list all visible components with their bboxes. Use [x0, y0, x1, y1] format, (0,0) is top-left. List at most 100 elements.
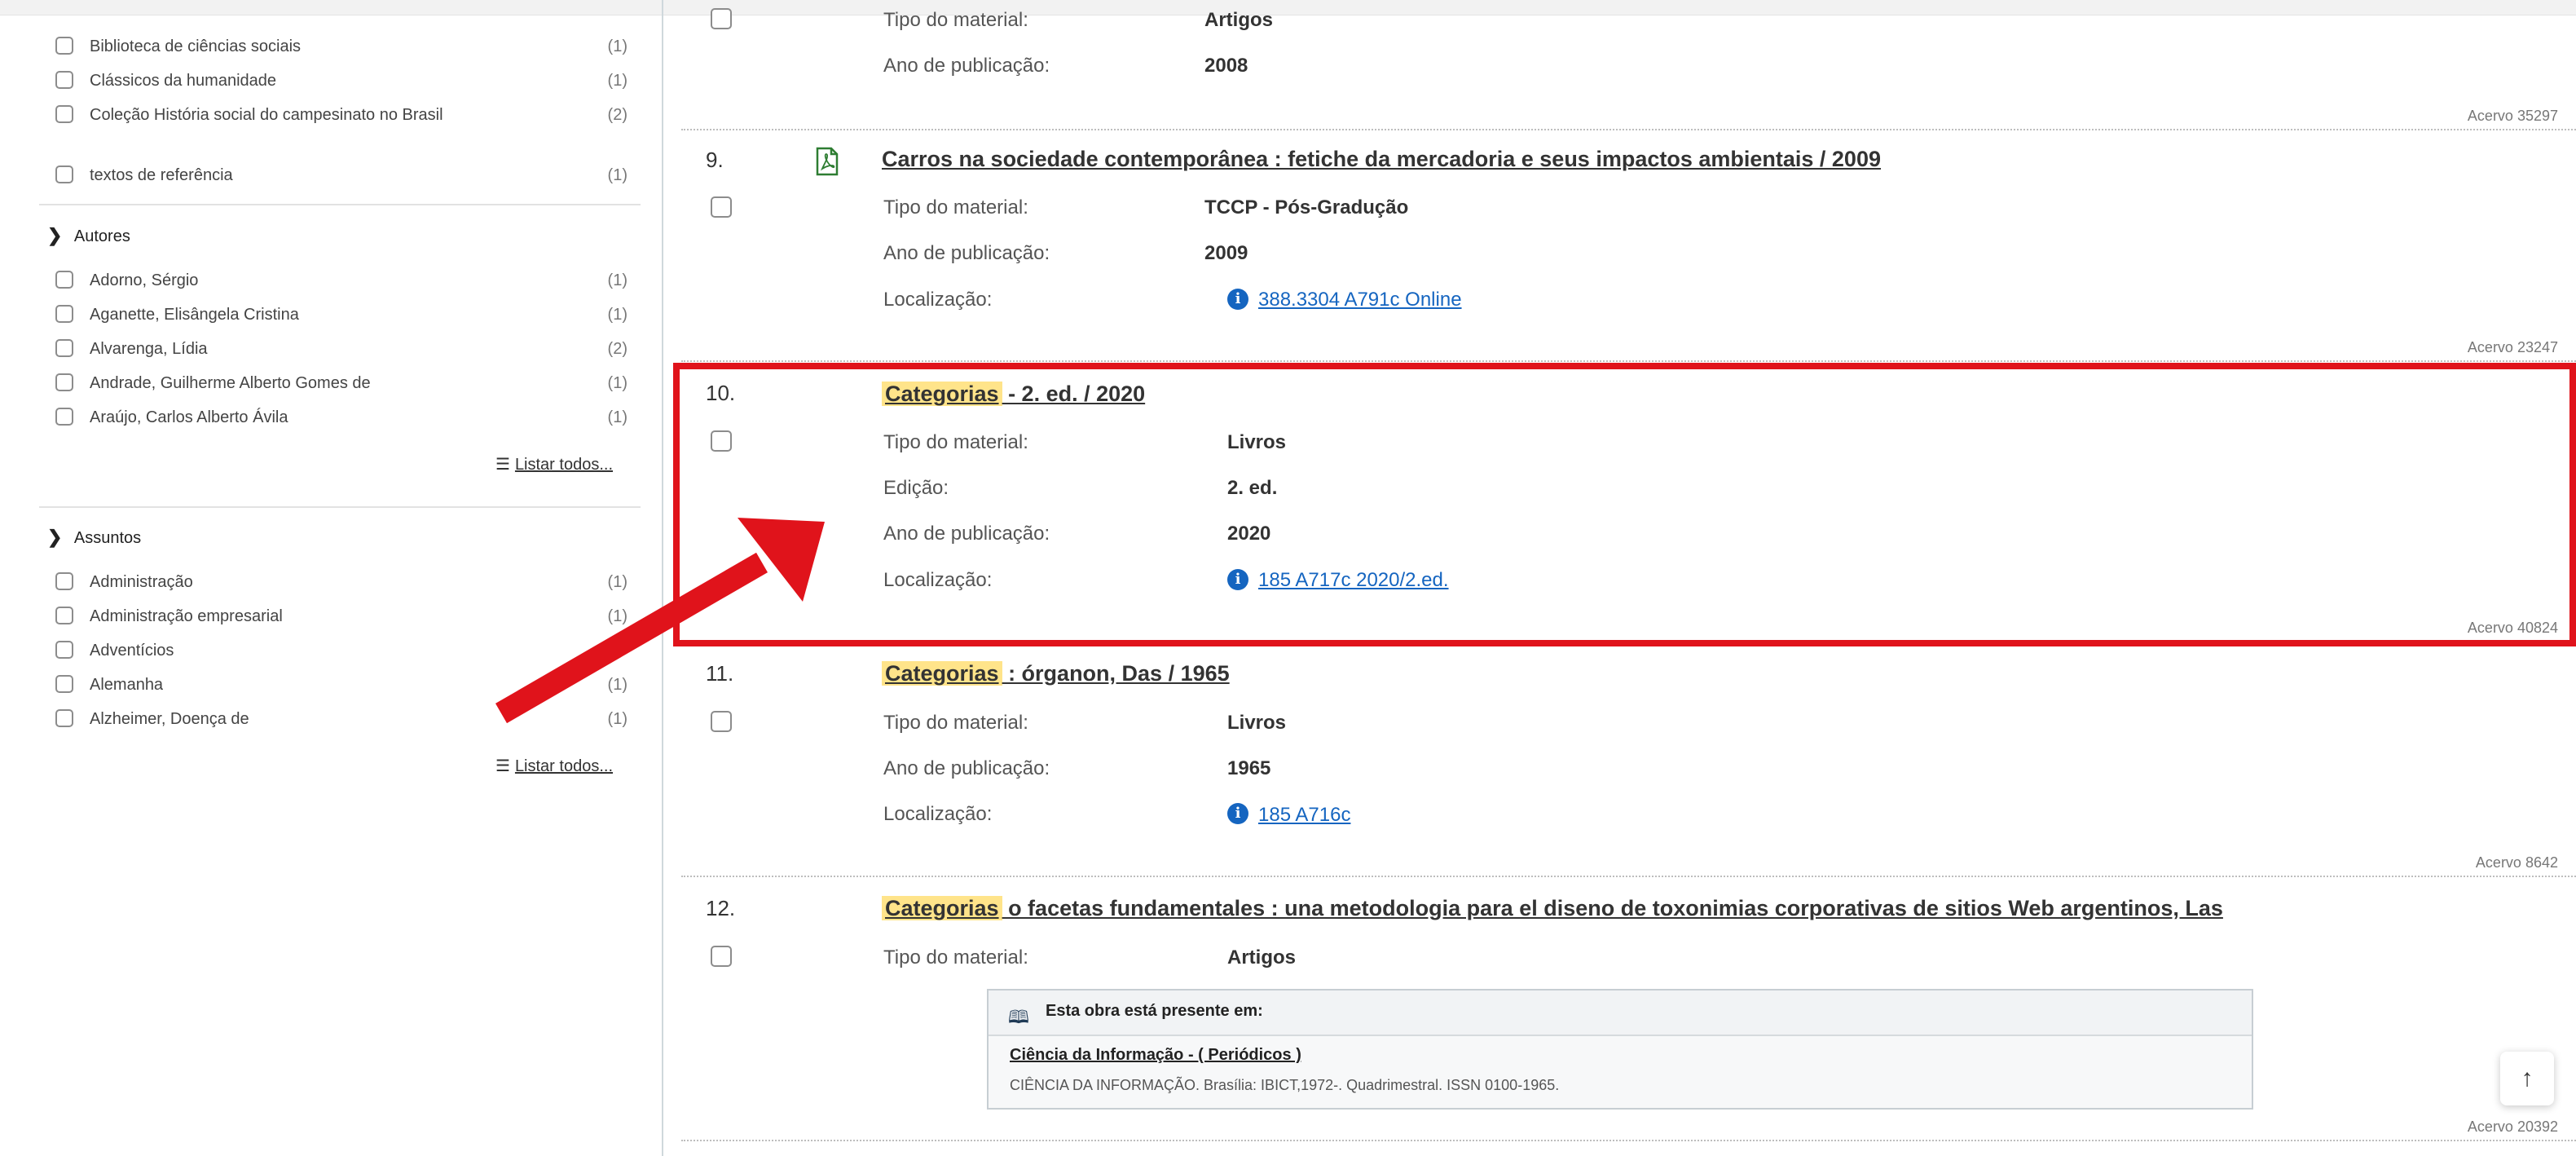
facet-checkbox[interactable] — [55, 709, 73, 727]
acervo-number: Acervo 23247 — [2467, 339, 2558, 355]
facet-checkbox[interactable] — [55, 373, 73, 391]
field-label: Ano de publicação: — [883, 55, 1050, 77]
periodical-link[interactable]: Ciência da Informação - ( Periódicos ) — [1010, 1046, 1301, 1065]
facet-count: (1) — [607, 607, 627, 625]
facet-label: Alvarenga, Lídia — [90, 340, 208, 358]
field-value: 2. ed. — [1227, 477, 1278, 499]
facet-label: Aganette, Elisângela Cristina — [90, 306, 299, 324]
acervo-number: Acervo 8642 — [2475, 854, 2558, 871]
facet-label: Alemanha — [90, 676, 164, 694]
facet-item-subject[interactable]: Alemanha (1) — [55, 672, 627, 704]
facet-count: (1) — [607, 374, 627, 392]
facet-checkbox[interactable] — [55, 339, 73, 357]
result-checkbox[interactable] — [711, 196, 732, 218]
location-link[interactable]: 185 A716c — [1258, 803, 1350, 827]
presence-panel: 🕮 Esta obra está presente em: Ciência da… — [987, 989, 2253, 1110]
facet-item-collection[interactable]: Biblioteca de ciências sociais (1) — [55, 33, 627, 66]
acervo-number: Acervo 40824 — [2467, 620, 2558, 636]
facet-section-subjects[interactable]: ❯ Assuntos — [47, 526, 141, 549]
facet-label: Coleção História social do campesinato n… — [90, 106, 443, 124]
acervo-number: Acervo 20392 — [2467, 1118, 2558, 1135]
facet-checkbox[interactable] — [55, 105, 73, 123]
result-title-link[interactable]: Carros na sociedade contemporânea : feti… — [882, 145, 1881, 173]
list-all-label: Listar todos... — [514, 456, 613, 474]
result-title-link[interactable]: Categorias o facetas fundamentales : una… — [882, 894, 2223, 922]
facet-checkbox[interactable] — [55, 305, 73, 323]
facet-checkbox[interactable] — [55, 408, 73, 426]
facet-item-author[interactable]: Andrade, Guilherme Alberto Gomes de (1) — [55, 370, 627, 403]
presence-heading: Esta obra está presente em: — [1046, 1002, 1263, 1020]
info-icon[interactable]: i — [1227, 803, 1248, 824]
field-label: Tipo do material: — [883, 712, 1028, 734]
field-label: Localização: — [883, 569, 993, 591]
facet-checkbox[interactable] — [55, 71, 73, 89]
facet-count: (2) — [607, 106, 627, 124]
list-all-subjects-link[interactable]: ☰ Listar todos... — [495, 755, 613, 778]
filter-sidebar: Biblioteca de ciências sociais (1) Cláss… — [0, 0, 662, 1156]
pdf-icon[interactable] — [815, 147, 839, 176]
facet-section-title: Autores — [73, 227, 130, 245]
facet-label: textos de referência — [90, 166, 233, 184]
facet-item-collection[interactable]: textos de referência (1) — [55, 162, 627, 195]
facet-item-author[interactable]: Alvarenga, Lídia (2) — [55, 336, 627, 368]
location-link[interactable]: 185 A717c 2020/2.ed. — [1258, 568, 1449, 593]
result-number: 11. — [706, 661, 734, 686]
field-value: 1965 — [1227, 757, 1271, 779]
facet-item-subject[interactable]: Administração empresarial (1) — [55, 603, 627, 636]
info-icon[interactable]: i — [1227, 289, 1248, 310]
back-to-top-button[interactable]: ↑ — [2500, 1052, 2554, 1105]
field-value: Livros — [1227, 431, 1287, 453]
result-title-link[interactable]: Categorias : órganon, Das / 1965 — [882, 660, 1230, 687]
facet-checkbox[interactable] — [55, 607, 73, 624]
field-label: Ano de publicação: — [883, 757, 1050, 779]
periodical-citation: CIÊNCIA DA INFORMAÇÃO. Brasília: IBICT,1… — [1010, 1077, 1560, 1093]
field-value: Artigos — [1227, 946, 1296, 968]
info-icon[interactable]: i — [1227, 569, 1248, 590]
result-number: 9. — [706, 148, 724, 172]
facet-checkbox[interactable] — [55, 641, 73, 659]
list-all-authors-link[interactable]: ☰ Listar todos... — [495, 453, 613, 476]
facet-count: (1) — [607, 166, 627, 184]
facet-item-subject[interactable]: Administração (1) — [55, 569, 627, 602]
result-number: 10. — [706, 381, 736, 405]
location-link[interactable]: 388.3304 A791c Online — [1258, 288, 1462, 312]
facet-label: Araújo, Carlos Alberto Ávila — [90, 408, 288, 426]
list-icon: ☰ — [495, 757, 510, 775]
field-value: 2020 — [1227, 523, 1271, 545]
facet-item-author[interactable]: Adorno, Sérgio (1) — [55, 267, 627, 300]
result-title-link[interactable]: Categorias - 2. ed. / 2020 — [882, 380, 1145, 408]
field-label: Ano de publicação: — [883, 242, 1050, 264]
book-icon: 🕮 — [1008, 1007, 1029, 1027]
result-checkbox[interactable] — [711, 8, 732, 29]
facet-checkbox[interactable] — [55, 37, 73, 55]
facet-section-authors[interactable]: ❯ Autores — [47, 224, 130, 248]
facet-checkbox[interactable] — [55, 675, 73, 693]
facet-item-author[interactable]: Araújo, Carlos Alberto Ávila (1) — [55, 404, 627, 437]
acervo-number: Acervo 35297 — [2467, 108, 2558, 124]
presence-header: 🕮 Esta obra está presente em: — [989, 991, 2252, 1036]
facet-count: (1) — [607, 38, 627, 55]
result-separator — [681, 876, 2576, 877]
facet-item-author[interactable]: Aganette, Elisângela Cristina (1) — [55, 302, 627, 334]
chevron-right-icon: ❯ — [47, 225, 63, 245]
search-term-highlight: Categorias — [882, 896, 1002, 920]
facet-label: Adventícios — [90, 642, 174, 660]
result-checkbox[interactable] — [711, 946, 732, 967]
section-divider — [39, 204, 641, 205]
facet-item-collection[interactable]: Coleção História social do campesinato n… — [55, 102, 627, 154]
facet-item-collection[interactable]: Clássicos da humanidade (1) — [55, 68, 627, 100]
result-separator — [681, 641, 2576, 642]
facet-checkbox[interactable] — [55, 165, 73, 183]
result-checkbox[interactable] — [711, 430, 732, 452]
facet-count: (2) — [607, 340, 627, 358]
facet-item-subject[interactable]: Adventícios — [55, 638, 627, 670]
facet-item-subject[interactable]: Alzheimer, Doença de (1) — [55, 706, 627, 739]
facet-checkbox[interactable] — [55, 271, 73, 289]
facet-count: (1) — [607, 72, 627, 90]
search-term-highlight: Categorias — [882, 382, 1002, 406]
result-checkbox[interactable] — [711, 711, 732, 732]
results-list: Tipo do material: Artigos Ano de publica… — [663, 0, 2576, 1156]
facet-checkbox[interactable] — [55, 572, 73, 590]
title-rest: o facetas fundamentales : una metodologi… — [1002, 896, 2223, 920]
field-value: 2008 — [1204, 55, 1248, 77]
